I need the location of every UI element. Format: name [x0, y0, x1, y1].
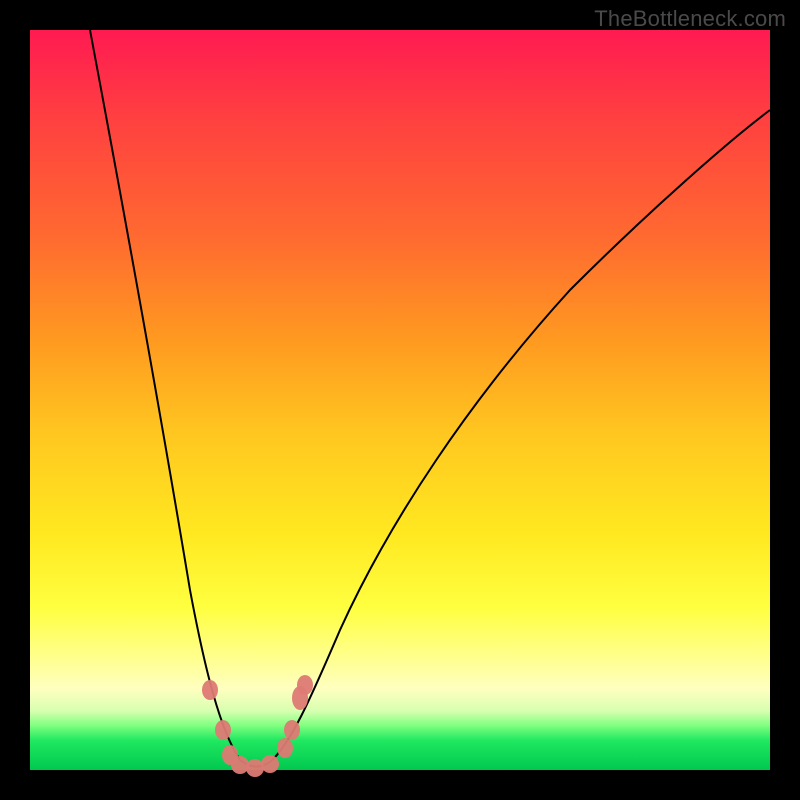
marker-dot [231, 756, 249, 774]
watermark-text: TheBottleneck.com [594, 6, 786, 32]
marker-dot [202, 680, 218, 700]
marker-dot [261, 755, 279, 773]
curve-markers [202, 675, 313, 777]
marker-dot [297, 675, 313, 695]
marker-dot [277, 738, 293, 758]
chart-plot-area [30, 30, 770, 770]
marker-dot [284, 720, 300, 740]
chart-svg [30, 30, 770, 770]
bottleneck-curve [90, 30, 770, 767]
marker-dot [215, 720, 231, 740]
